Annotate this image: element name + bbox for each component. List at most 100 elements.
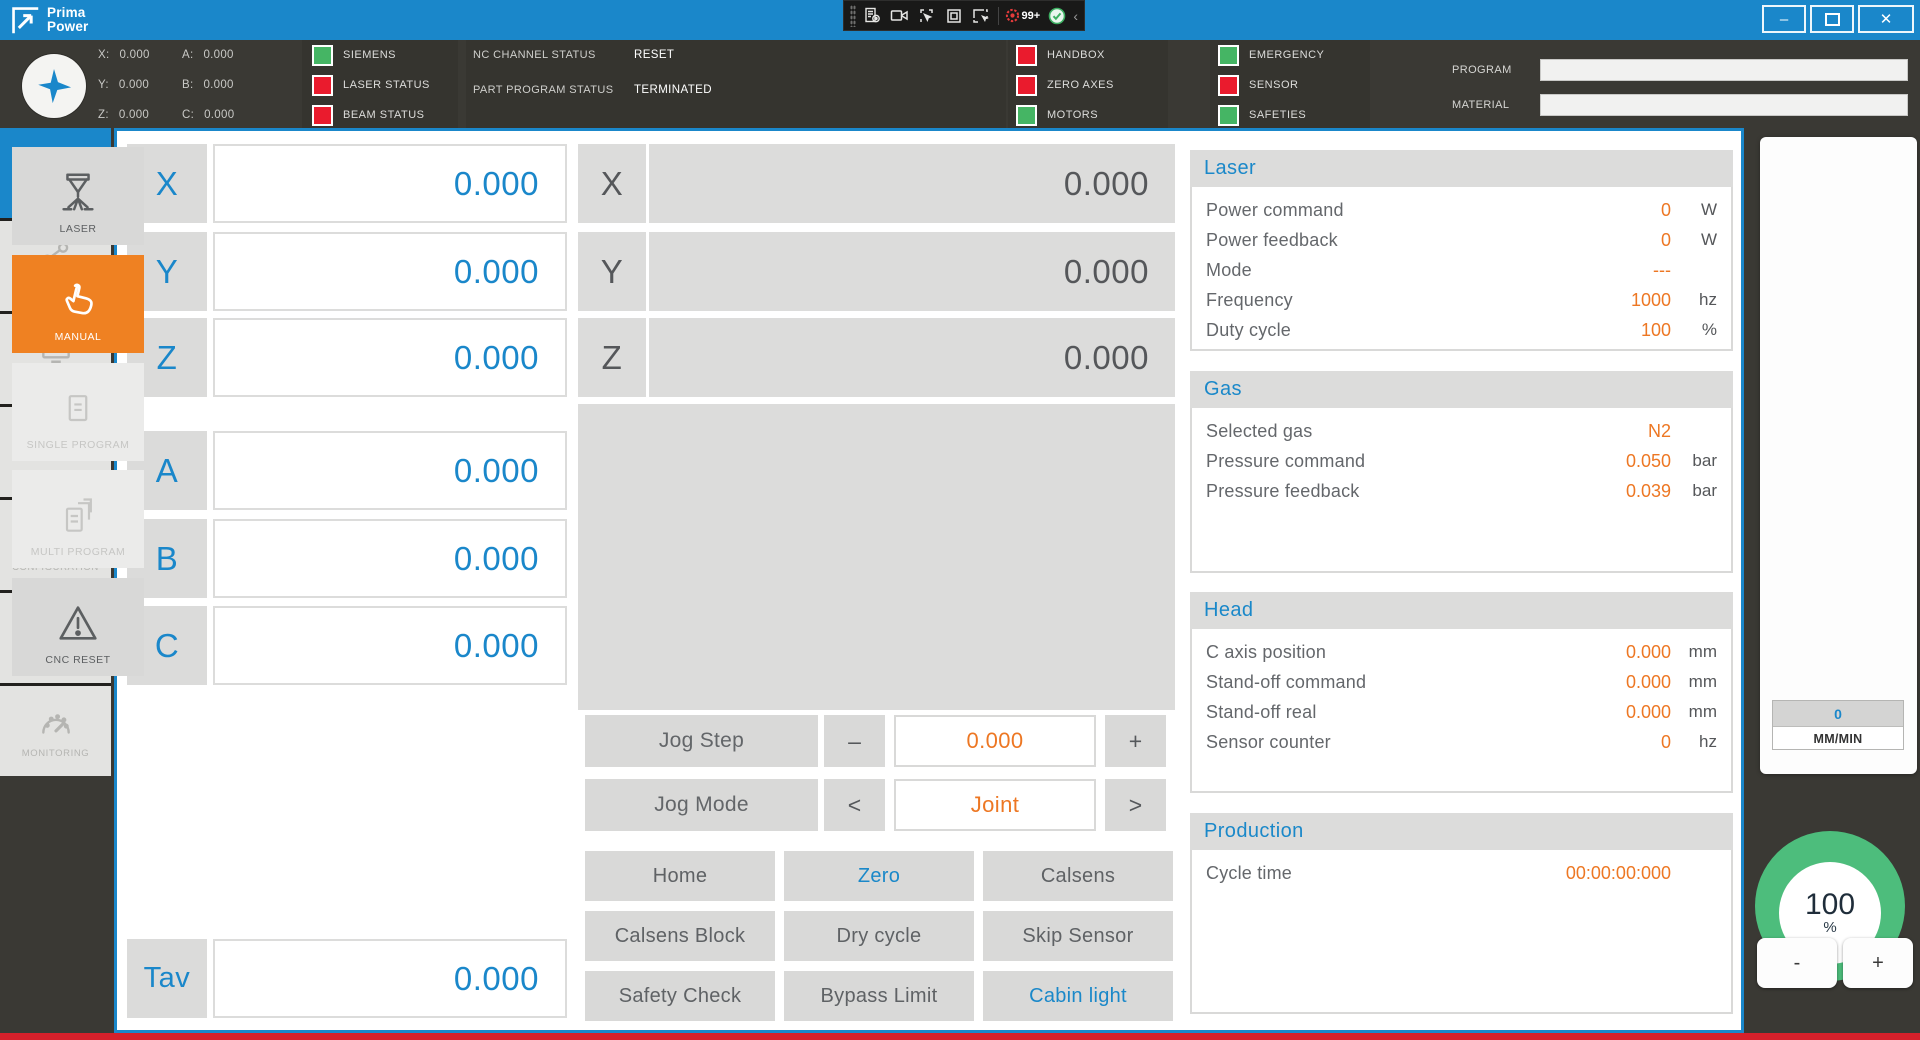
row-label: Selected gas [1206, 421, 1551, 442]
collapse-chevron-icon[interactable]: ‹ [1073, 8, 1078, 24]
calsens-button[interactable]: Calsens [983, 851, 1173, 901]
badge-count: 99+ [1022, 10, 1041, 22]
axis-value: 0.000 [213, 519, 567, 598]
row-label: Stand-off command [1206, 672, 1551, 693]
region-capture-icon[interactable] [943, 6, 964, 26]
row-label: Power command [1206, 200, 1551, 221]
jog-step-value-field[interactable]: 0.000 [894, 715, 1096, 767]
close-icon: ✕ [1880, 10, 1893, 28]
cursor-capture-icon[interactable] [916, 6, 937, 26]
row-value: 0 [1551, 230, 1671, 251]
home-button[interactable]: Home [585, 851, 775, 901]
task-list-icon[interactable] [862, 6, 883, 26]
feed-rate-unit: MM/MIN [1773, 727, 1903, 751]
snip-cursor-icon[interactable] [970, 6, 991, 26]
safety-check-button[interactable]: Safety Check [585, 971, 775, 1021]
cnc-reset-button[interactable]: CNC RESET [12, 578, 144, 676]
axis-row-y-command: Y 0.000 [127, 232, 567, 311]
feed-rate-display: 0 MM/MIN [1772, 700, 1904, 750]
manual-mode-button[interactable]: MANUAL [12, 255, 144, 353]
section-title: Laser [1190, 150, 1733, 187]
override-increase-button[interactable]: + [1843, 938, 1913, 988]
row-unit: hz [1671, 290, 1717, 310]
axis-readout-label: C: [182, 109, 194, 121]
sidebar-item-monitoring[interactable]: MONITORING [0, 686, 111, 776]
jog-mode-value-field[interactable]: Joint [894, 779, 1096, 831]
axis-readout-value: 0.000 [119, 79, 149, 91]
dry-cycle-button[interactable]: Dry cycle [784, 911, 974, 961]
sidebar-item-label: MONITORING [22, 748, 90, 759]
row-value: 0.050 [1551, 451, 1671, 472]
section-title: Head [1190, 592, 1733, 629]
alarm-strip [0, 1033, 1920, 1040]
gas-section-body: Selected gasN2 Pressure command0.050bar … [1190, 408, 1733, 573]
mode-button-label: MULTI PROGRAM [31, 546, 125, 558]
zero-button[interactable]: Zero [784, 851, 974, 901]
single-program-button[interactable]: SINGLE PROGRAM [12, 363, 144, 461]
override-decrease-button[interactable]: - [1757, 938, 1837, 988]
led-label: HANDBOX [1047, 49, 1105, 61]
axis-row-x-actual: X 0.000 [578, 144, 1175, 223]
status-led [1016, 45, 1037, 66]
program-label: PROGRAM [1452, 64, 1512, 76]
head-section: Head C axis position0.000mm Stand-off co… [1190, 592, 1733, 793]
row-value: 1000 [1551, 290, 1671, 311]
row-unit: % [1671, 320, 1717, 340]
minimize-button[interactable]: – [1762, 5, 1806, 33]
head-section-body: C axis position0.000mm Stand-off command… [1190, 629, 1733, 793]
multi-program-button[interactable]: MULTI PROGRAM [12, 470, 144, 568]
gauge-icon [37, 704, 75, 742]
close-button[interactable]: ✕ [1858, 5, 1914, 33]
row-value: 0.000 [1551, 642, 1671, 663]
row-label: Mode [1206, 260, 1551, 281]
jog-mode-next-button[interactable]: > [1105, 779, 1166, 831]
row-value: N2 [1551, 421, 1671, 442]
led-label: SENSOR [1249, 79, 1298, 91]
warning-triangle-icon [55, 600, 101, 646]
bypass-limit-button[interactable]: Bypass Limit [784, 971, 974, 1021]
axis-row-x-command: X 0.000 [127, 144, 567, 223]
production-section-body: Cycle time00:00:00:000 [1190, 850, 1733, 1014]
mode-button-label: CNC RESET [45, 654, 110, 666]
drag-handle-icon[interactable] [850, 5, 856, 27]
hmi-root: Prima Power Customer – ✕ [0, 0, 1920, 1040]
jog-mode-previous-button[interactable]: < [824, 779, 885, 831]
documents-icon [56, 494, 100, 538]
jog-step-increase-button[interactable]: + [1105, 715, 1166, 767]
row-label: Duty cycle [1206, 320, 1551, 341]
maximize-button[interactable] [1810, 5, 1854, 33]
axis-label: Z [578, 318, 646, 397]
status-check-icon[interactable] [1046, 6, 1067, 26]
material-input[interactable] [1540, 94, 1908, 116]
program-input[interactable] [1540, 59, 1908, 81]
jog-step-decrease-button[interactable]: – [824, 715, 885, 767]
nc-channel-status-label: NC CHANNEL STATUS [473, 49, 596, 61]
axis-value: 0.000 [649, 144, 1175, 223]
axis-readout-label: A: [182, 49, 193, 61]
cabin-light-button[interactable]: Cabin light [983, 971, 1173, 1021]
axis-readout-xyz: X:0.000 Y:0.000 Z:0.000 [98, 44, 150, 126]
axis-value: 0.000 [649, 318, 1175, 397]
row-unit: mm [1671, 702, 1717, 722]
laser-section-body: Power command0W Power feedback0W Mode---… [1190, 187, 1733, 351]
row-value: --- [1551, 260, 1671, 281]
laser-mode-button[interactable]: LASER [12, 147, 144, 245]
mode-rail [1760, 137, 1917, 774]
led-label: SAFETIES [1249, 109, 1306, 121]
calsens-block-button[interactable]: Calsens Block [585, 911, 775, 961]
video-camera-icon[interactable] [889, 6, 910, 26]
skip-sensor-button[interactable]: Skip Sensor [983, 911, 1173, 961]
axis-readout-label: Z: [98, 109, 109, 121]
record-count-badge[interactable]: 99+ [1005, 8, 1041, 23]
led-label: BEAM STATUS [343, 109, 425, 121]
capture-toolbar: 99+ ‹ [843, 0, 1085, 31]
status-led [1016, 105, 1037, 126]
axis-value: 0.000 [649, 232, 1175, 311]
axis-row-z-actual: Z 0.000 [578, 318, 1175, 397]
row-value: 100 [1551, 320, 1671, 341]
axis-value: 0.000 [213, 232, 567, 311]
mode-button-label: SINGLE PROGRAM [27, 439, 130, 451]
row-label: Power feedback [1206, 230, 1551, 251]
minimize-icon: – [1780, 11, 1788, 28]
axis-readout-label: X: [98, 49, 109, 61]
